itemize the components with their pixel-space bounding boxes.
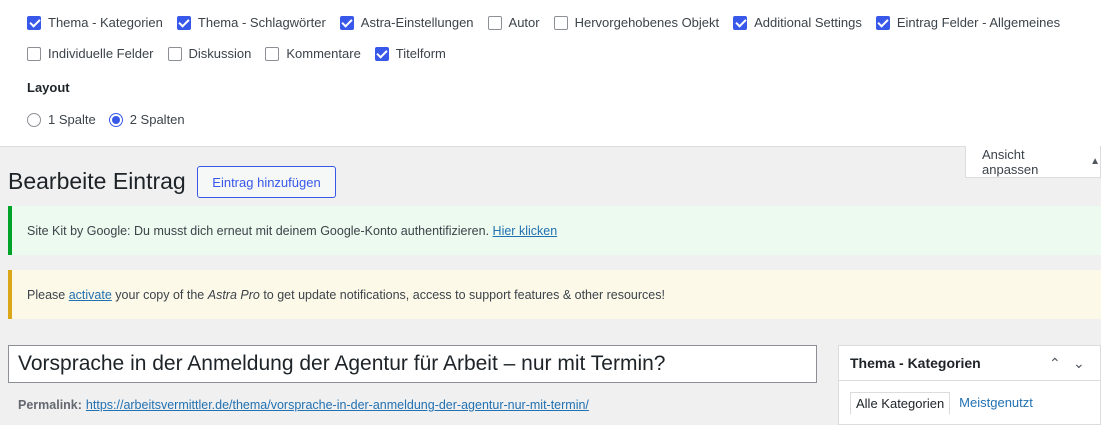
- checkbox-box[interactable]: [553, 15, 568, 30]
- checkbox-additional-settings[interactable]: Additional Settings: [733, 15, 862, 30]
- checkbox-eintrag-felder[interactable]: Eintrag Felder - Allgemeines: [875, 15, 1060, 30]
- checkbox-kommentare[interactable]: Kommentare: [265, 46, 361, 61]
- permalink-url-link[interactable]: https://arbeitsvermittler.de/thema/vorsp…: [86, 398, 589, 412]
- screen-options-toggle-label: Ansicht anpassen: [982, 146, 1039, 177]
- sitekit-auth-link[interactable]: Hier klicken: [493, 224, 558, 238]
- meta-box-title: Thema - Kategorien: [850, 355, 981, 371]
- astra-activate-link[interactable]: activate: [69, 288, 112, 302]
- checkbox-astra-einstellungen[interactable]: Astra-Einstellungen: [339, 15, 474, 30]
- radio-1-spalte[interactable]: 1 Spalte: [27, 112, 96, 127]
- checkbox-box[interactable]: [27, 46, 41, 61]
- astra-notice-middle: your copy of the: [115, 287, 205, 302]
- checkbox-hervorgehobenes-objekt[interactable]: Hervorgehobenes Objekt: [553, 15, 719, 30]
- checkbox-box[interactable]: [167, 46, 182, 61]
- screen-options-panel: Thema - Kategorien Thema - Schlagwörter …: [0, 0, 1101, 147]
- checkbox-box[interactable]: [265, 46, 280, 61]
- tab-most-used[interactable]: Meistgenutzt: [954, 392, 1038, 415]
- sitekit-notice-text: Site Kit by Google: Du musst dich erneut…: [27, 223, 490, 238]
- astra-notice-after: to get update notifications, access to s…: [263, 287, 665, 302]
- permalink-label: Permalink:: [18, 398, 82, 412]
- meta-box-divider: [839, 380, 1100, 381]
- page-title: Bearbeite Eintrag: [8, 168, 186, 194]
- radio-dot[interactable]: [27, 112, 41, 127]
- astra-notice: Please activate your copy of the Astra P…: [8, 270, 1101, 319]
- chevron-up-icon[interactable]: ⌃: [1049, 355, 1061, 372]
- permalink-row: Permalink: https://arbeitsvermittler.de/t…: [18, 398, 589, 412]
- checkbox-thema-schlagwoerter[interactable]: Thema - Schlagwörter: [176, 15, 326, 30]
- checkbox-box[interactable]: [487, 15, 502, 30]
- checkbox-box[interactable]: [27, 15, 41, 30]
- tab-all-categories[interactable]: Alle Kategorien: [850, 392, 951, 415]
- caret-up-icon: ▲: [1090, 156, 1100, 167]
- checkbox-box[interactable]: [339, 15, 354, 30]
- post-title-input[interactable]: Vorsprache in der Anmeldung der Agentur …: [8, 345, 817, 383]
- checkbox-individuelle-felder[interactable]: Individuelle Felder: [27, 46, 154, 61]
- checkbox-titelform[interactable]: Titelform: [374, 46, 446, 61]
- category-tabs: Alle Kategorien Meistgenutzt: [850, 392, 1042, 415]
- radio-2-spalten[interactable]: 2 Spalten: [108, 112, 185, 127]
- screen-options-row-1: Thema - Kategorien Thema - Schlagwörter …: [27, 15, 1074, 30]
- add-entry-button[interactable]: Eintrag hinzufügen: [197, 166, 336, 198]
- radio-dot[interactable]: [108, 112, 123, 127]
- checkbox-autor[interactable]: Autor: [487, 15, 540, 30]
- chevron-down-icon[interactable]: ⌄: [1073, 355, 1085, 372]
- checkbox-box[interactable]: [176, 15, 191, 30]
- sitekit-notice: Site Kit by Google: Du musst dich erneut…: [8, 206, 1101, 255]
- astra-notice-before: Please: [27, 287, 66, 302]
- checkbox-box[interactable]: [733, 15, 748, 30]
- layout-radio-group: 1 Spalte 2 Spalten: [27, 112, 198, 127]
- astra-product-name: Astra Pro: [207, 287, 260, 302]
- category-meta-box: Thema - Kategorien ⌃ ⌄ Alle Kategorien M…: [838, 345, 1101, 425]
- checkbox-box[interactable]: [374, 46, 389, 61]
- screen-options-toggle-button[interactable]: Ansicht anpassen ▲: [965, 146, 1101, 178]
- screen-options-row-2: Individuelle Felder Diskussion Kommentar…: [27, 46, 460, 61]
- checkbox-box[interactable]: [875, 15, 890, 30]
- checkbox-diskussion[interactable]: Diskussion: [167, 46, 251, 61]
- checkbox-thema-kategorien[interactable]: Thema - Kategorien: [27, 15, 163, 30]
- layout-label: Layout: [27, 80, 70, 95]
